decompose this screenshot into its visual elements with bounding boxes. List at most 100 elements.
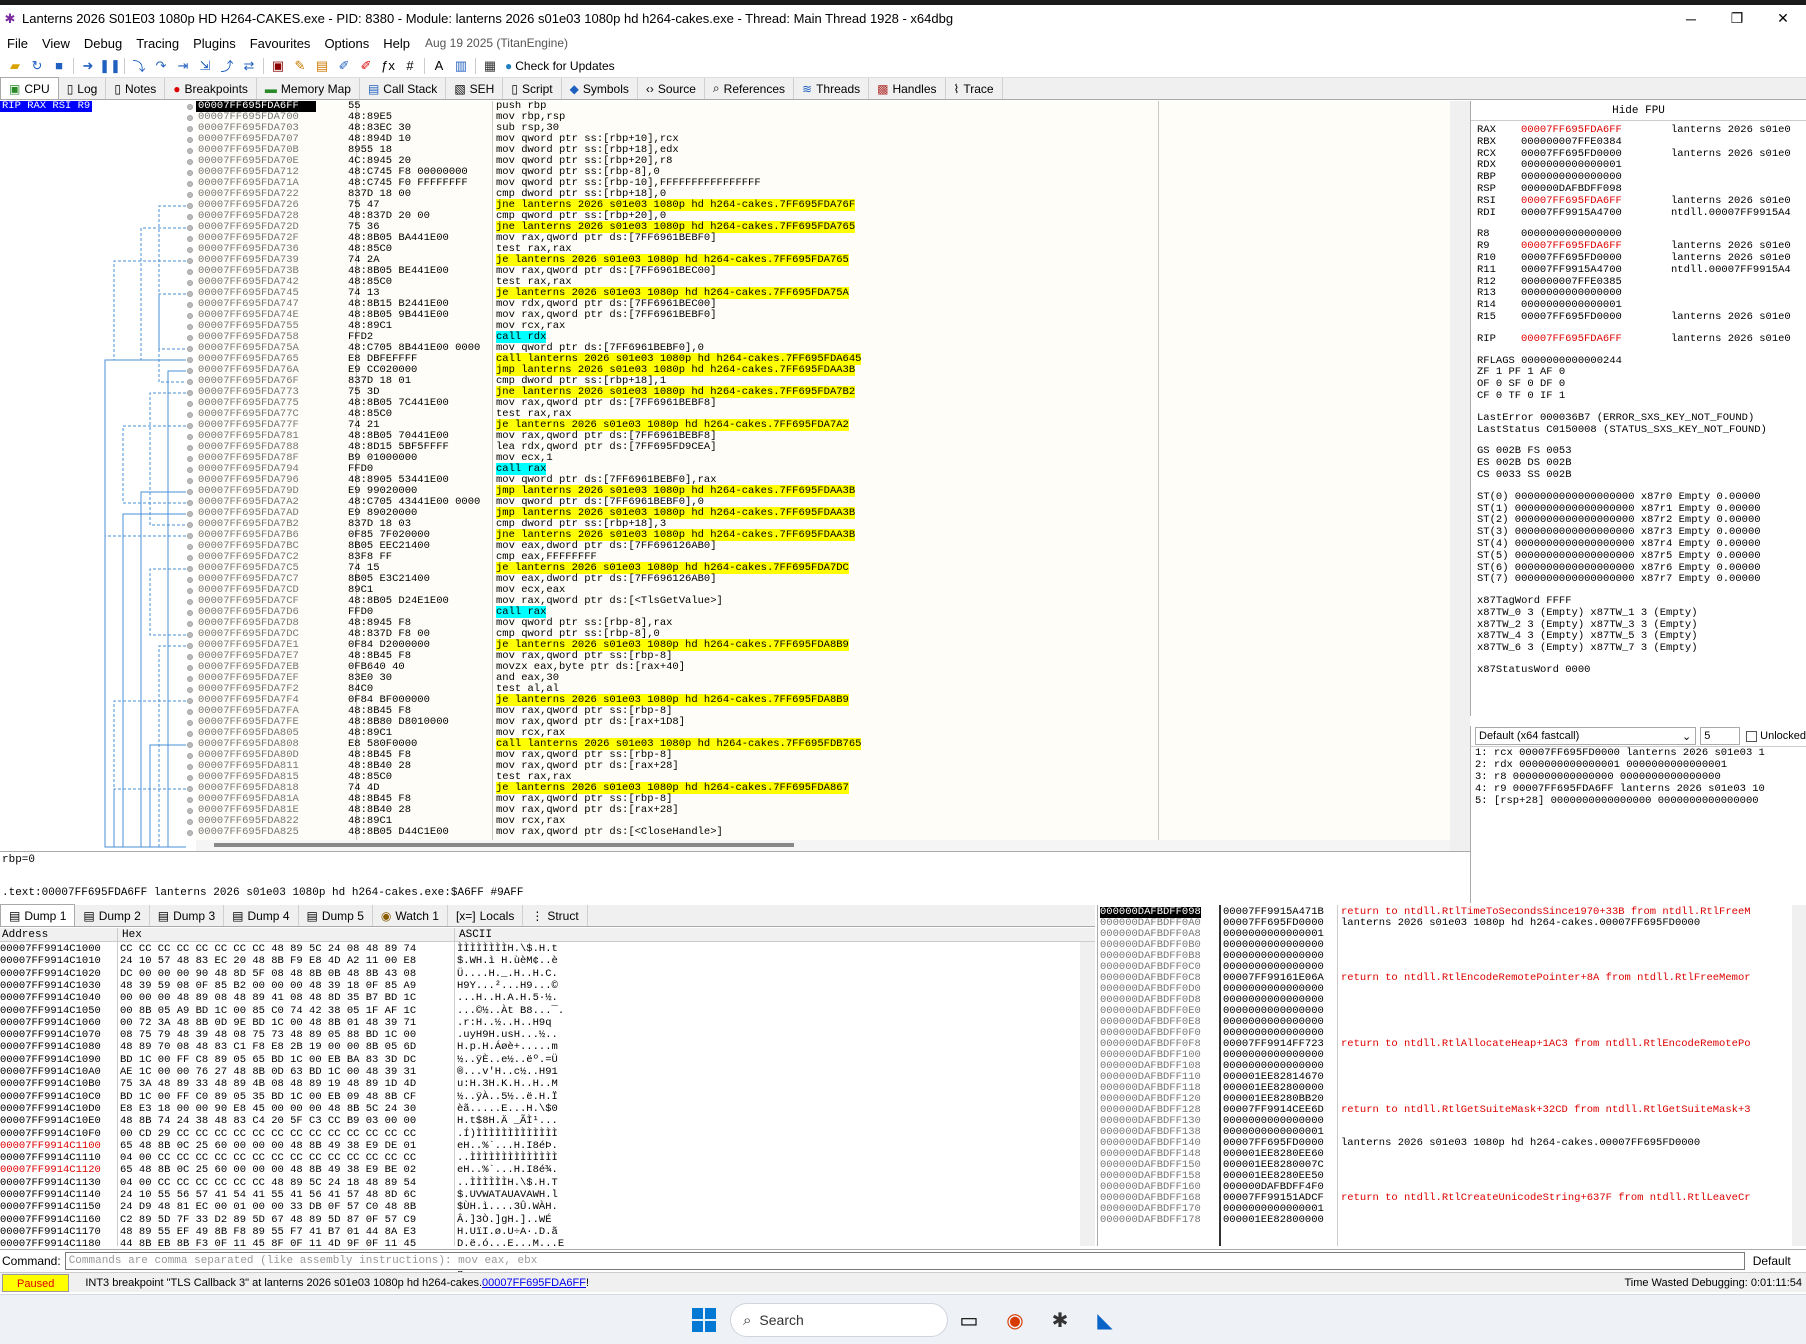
strings-icon[interactable]: A <box>428 56 450 76</box>
register-value[interactable]: 00007FF695FD0000 <box>1521 252 1671 265</box>
tab-locals[interactable]: [x=] Locals <box>448 905 524 926</box>
dump-hex[interactable]: CC CC CC CC CC CC CC CC 48 89 5C 24 08 4… <box>120 943 416 955</box>
dump-hex[interactable]: 04 00 CC CC CC CC CC CC CC CC CC CC CC C… <box>120 1152 416 1164</box>
breakpoint-marker[interactable] <box>187 588 193 594</box>
dump-row[interactable]: 00007FF9914C1040 00 00 00 48 89 08 48 89 … <box>0 992 1095 1004</box>
breakpoint-marker[interactable] <box>187 302 193 308</box>
dump-ascii[interactable]: ..ÌÌÌÌÌÌÌÌÌÌÌÌÌÌ <box>457 1152 558 1164</box>
run-to-user-code-icon[interactable]: ⇄ <box>238 56 260 76</box>
breakpoint-marker[interactable] <box>187 610 193 616</box>
dump-hex[interactable]: E8 E3 18 00 00 90 E8 45 00 00 00 48 8B 5… <box>120 1103 416 1115</box>
open-icon[interactable]: ▰ <box>4 56 26 76</box>
register-text-row[interactable]: ST(5) 0000000000000000000 x87r5 Empty 0.… <box>1471 550 1806 563</box>
dump-hex[interactable]: 75 3A 48 89 33 48 89 4B 08 48 89 19 48 8… <box>120 1078 416 1090</box>
register-text-row[interactable]: ST(4) 0000000000000000000 x87r4 Empty 0.… <box>1471 538 1806 551</box>
tab-struct[interactable]: ⋮ Struct <box>523 905 588 926</box>
patches-icon[interactable]: ✎ <box>289 56 311 76</box>
menu-favourites[interactable]: Favourites <box>243 36 318 51</box>
dump-row[interactable]: 00007FF9914C10A0 AE 1C 00 00 76 27 48 8B … <box>0 1066 1095 1078</box>
argument-row[interactable]: 2: rdx 0000000000000001 0000000000000001 <box>1471 759 1806 771</box>
argument-count-spinner[interactable]: 5 <box>1700 727 1741 745</box>
stack-row[interactable]: 000000DAFBDFF128 00007FF9914CEE6D return t… <box>1098 1105 1806 1116</box>
comments-icon[interactable]: ▤ <box>311 56 333 76</box>
windows-start-icon[interactable] <box>692 1308 716 1332</box>
stack-row[interactable]: 000000DAFBDFF130 0000000000000000 <box>1098 1116 1806 1127</box>
breakpoint-marker[interactable] <box>187 544 193 550</box>
dump-ascii[interactable]: H.UïI.ø.U÷A·.D.ã <box>457 1226 558 1238</box>
trace-into-icon[interactable]: ⇥ <box>172 56 194 76</box>
ascii-column-header[interactable]: ASCII <box>459 928 492 942</box>
dump-hex[interactable]: 00 CD 29 CC CC CC CC CC CC CC CC CC CC C… <box>120 1128 416 1140</box>
breakpoint-marker[interactable] <box>187 478 193 484</box>
dump-ascii[interactable]: ½..ÿÈ..e½..ëº.=Ü <box>457 1054 558 1066</box>
breakpoint-marker[interactable] <box>187 291 193 297</box>
register-row[interactable]: RIP 00007FF695FDA6FF lanterns 2026 s01e0 <box>1471 333 1806 346</box>
breakpoint-marker[interactable] <box>187 335 193 341</box>
task-view-icon[interactable]: ▭ <box>954 1305 984 1335</box>
tab-dump-1[interactable]: ▤ Dump 1 <box>0 904 76 926</box>
command-input[interactable]: Commands are comma separated (like assem… <box>64 1251 1745 1270</box>
breakpoint-marker[interactable] <box>187 819 193 825</box>
register-text-row[interactable]: x87TW_0 3 (Empty) x87TW_1 3 (Empty) <box>1471 607 1806 620</box>
edge-icon[interactable]: ◣ <box>1090 1305 1120 1335</box>
dump-hex[interactable]: 48 39 59 08 0F 85 B2 00 00 00 48 39 18 0… <box>120 980 416 992</box>
tab-notes[interactable]: ▯ Notes <box>106 78 166 99</box>
breakpoint-marker[interactable] <box>187 159 193 165</box>
dump-ascii[interactable]: Ü....H._.H..H.C. <box>457 968 558 980</box>
breakpoint-marker[interactable] <box>187 170 193 176</box>
tab-script[interactable]: ▯ Script <box>503 78 562 99</box>
breakpoint-marker[interactable] <box>187 214 193 220</box>
stack-row[interactable]: 000000DAFBDFF0E0 0000000000000000 <box>1098 1006 1806 1017</box>
dump-row[interactable]: 00007FF9914C1170 48 89 55 EF 49 8B F8 89 … <box>0 1226 1095 1238</box>
breakpoint-marker[interactable] <box>187 236 193 242</box>
breakpoint-marker[interactable] <box>187 401 193 407</box>
functions-icon[interactable]: ƒx <box>377 56 399 76</box>
register-value[interactable]: 00007FF695FDA6FF <box>1521 195 1671 208</box>
vertical-scrollbar[interactable] <box>1080 942 1095 1246</box>
disasm-row[interactable]: 00007FF695FDA7C7 8B05 E3C21400 mov eax,dwo… <box>196 574 1450 585</box>
dump-row[interactable]: 00007FF9914C1020 DC 00 00 00 90 48 8D 5F … <box>0 968 1095 980</box>
breakpoint-marker[interactable] <box>187 203 193 209</box>
scylla-icon[interactable]: ▣ <box>267 56 289 76</box>
taskbar-search[interactable]: ⌕ Search <box>730 1303 948 1337</box>
tab-seh[interactable]: ▧ SEH <box>446 78 504 99</box>
breakpoint-marker[interactable] <box>187 599 193 605</box>
breakpoint-marker[interactable] <box>187 489 193 495</box>
disassembly-view[interactable]: 00007FF695FDA6FF 55 push rbp 00007FF695FDA7… <box>196 101 1450 851</box>
calculator-icon[interactable]: ▦ <box>479 56 501 76</box>
argument-row[interactable]: 4: r9 00007FF695FDA6FF lanterns 2026 s01… <box>1471 783 1806 795</box>
run-icon[interactable]: ➜ <box>77 56 99 76</box>
breakpoint-marker[interactable] <box>187 368 193 374</box>
stack-row[interactable]: 000000DAFBDFF0A0 00007FF695FD0000 lanterns… <box>1098 918 1806 929</box>
tab-log[interactable]: ▯ Log <box>59 78 107 99</box>
close-button[interactable]: ✕ <box>1760 5 1806 32</box>
stack-row[interactable]: 000000DAFBDFF170 0000000000000001 <box>1098 1204 1806 1215</box>
dump-ascii[interactable]: $.UVWATAUAVAWH.l <box>457 1189 558 1201</box>
stack-row[interactable]: 000000DAFBDFF158 000001EE8280EE50 <box>1098 1171 1806 1182</box>
dump-ascii[interactable]: .Í)ÌÌÌÌÌÌÌÌÌÌÌÌÌ <box>457 1128 558 1140</box>
breakpoint-marker[interactable] <box>187 720 193 726</box>
breakpoint-marker[interactable] <box>187 258 193 264</box>
save-icon[interactable]: ▥ <box>450 56 472 76</box>
breakpoint-marker[interactable] <box>187 247 193 253</box>
tab-trace[interactable]: ⌇ Trace <box>946 78 1003 99</box>
stack-row[interactable]: 000000DAFBDFF110 000001EE82814670 <box>1098 1072 1806 1083</box>
vertical-scrollbar[interactable] <box>1450 101 1470 851</box>
stack-row[interactable]: 000000DAFBDFF0E8 0000000000000000 <box>1098 1017 1806 1028</box>
command-mode-select[interactable]: Default <box>1753 1254 1791 1268</box>
tab-call-stack[interactable]: ▤ Call Stack <box>360 78 447 99</box>
register-row[interactable]: R11 00007FF9915A4700 ntdll.00007FF9915A4 <box>1471 264 1806 277</box>
register-text-row[interactable]: ST(7) 0000000000000000000 x87r7 Empty 0.… <box>1471 573 1806 586</box>
tab-dump-2[interactable]: ▤ Dump 2 <box>75 905 150 926</box>
breakpoint-marker[interactable] <box>187 181 193 187</box>
hide-fpu-button[interactable]: Hide FPU <box>1471 101 1806 121</box>
breakpoint-marker[interactable] <box>187 500 193 506</box>
breakpoint-marker[interactable] <box>187 379 193 385</box>
breakpoint-marker[interactable] <box>187 456 193 462</box>
step-over-icon[interactable]: ↷ <box>150 56 172 76</box>
breakpoint-marker[interactable] <box>187 753 193 759</box>
menu-options[interactable]: Options <box>317 36 376 51</box>
breakpoint-marker[interactable] <box>187 731 193 737</box>
dump-row[interactable]: 00007FF9914C1010 24 10 57 48 83 EC 20 48 … <box>0 955 1095 967</box>
scrollbar-thumb[interactable] <box>214 843 794 847</box>
